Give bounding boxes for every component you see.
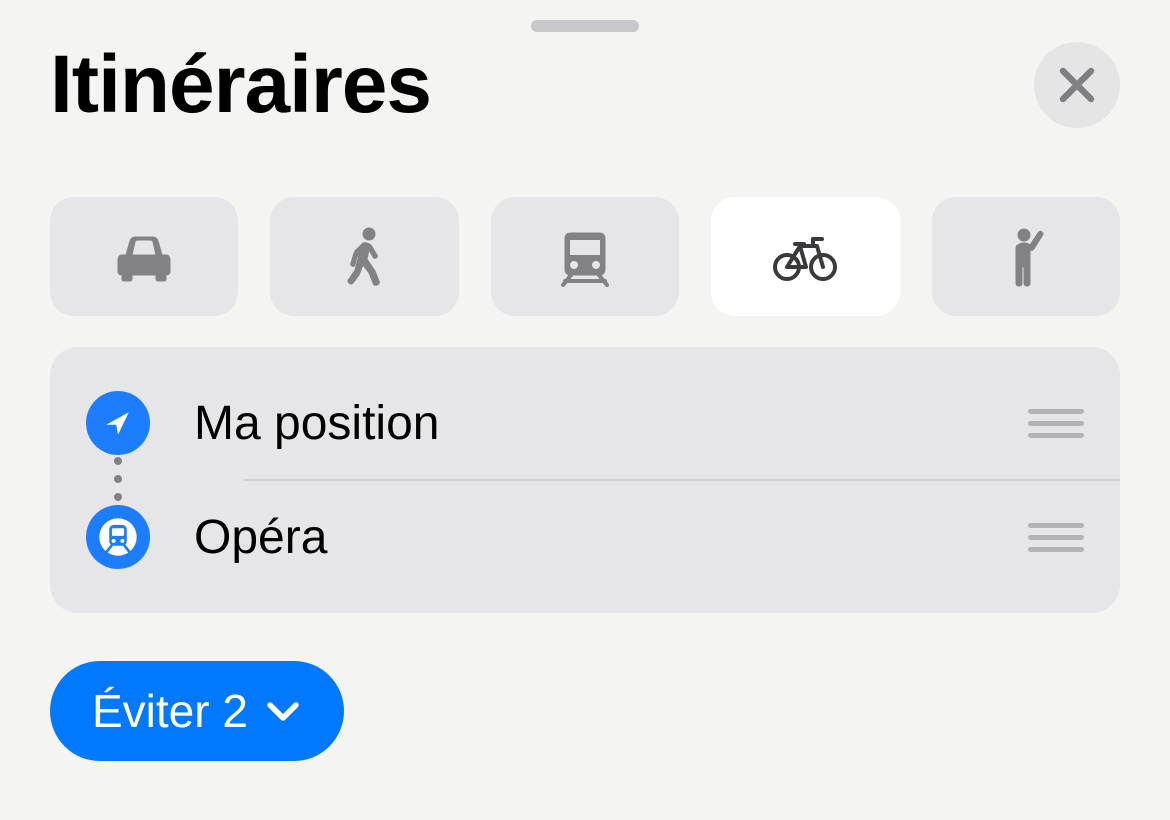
- car-icon: [112, 225, 176, 289]
- close-button[interactable]: [1034, 42, 1120, 128]
- mode-rideshare-button[interactable]: [932, 197, 1120, 316]
- route-connector-dots: [114, 457, 122, 501]
- mode-transit-button[interactable]: [491, 197, 679, 316]
- avoid-options-label: Éviter 2: [92, 684, 248, 738]
- metro-station-icon: [86, 505, 150, 569]
- route-origin-label: Ma position: [194, 396, 1028, 451]
- transit-icon: [553, 225, 617, 289]
- location-arrow-icon: [86, 391, 150, 455]
- bike-icon: [773, 225, 837, 289]
- chevron-down-icon: [262, 690, 304, 732]
- route-waypoints-card: Ma position Opéra: [50, 347, 1120, 613]
- route-destination-row[interactable]: Opéra: [50, 481, 1120, 593]
- sheet-grabber[interactable]: [531, 20, 639, 32]
- walk-icon: [333, 225, 397, 289]
- transport-mode-selector: [50, 197, 1120, 316]
- header: Itinéraires: [50, 38, 1120, 132]
- rideshare-icon: [994, 225, 1058, 289]
- mode-car-button[interactable]: [50, 197, 238, 316]
- mode-walk-button[interactable]: [270, 197, 458, 316]
- page-title: Itinéraires: [50, 38, 431, 132]
- drag-handle-icon[interactable]: [1028, 409, 1084, 438]
- route-destination-label: Opéra: [194, 510, 1028, 565]
- close-icon: [1055, 63, 1099, 107]
- drag-handle-icon[interactable]: [1028, 523, 1084, 552]
- avoid-options-button[interactable]: Éviter 2: [50, 661, 344, 761]
- route-origin-row[interactable]: Ma position: [50, 367, 1120, 479]
- mode-bike-button[interactable]: [711, 197, 899, 316]
